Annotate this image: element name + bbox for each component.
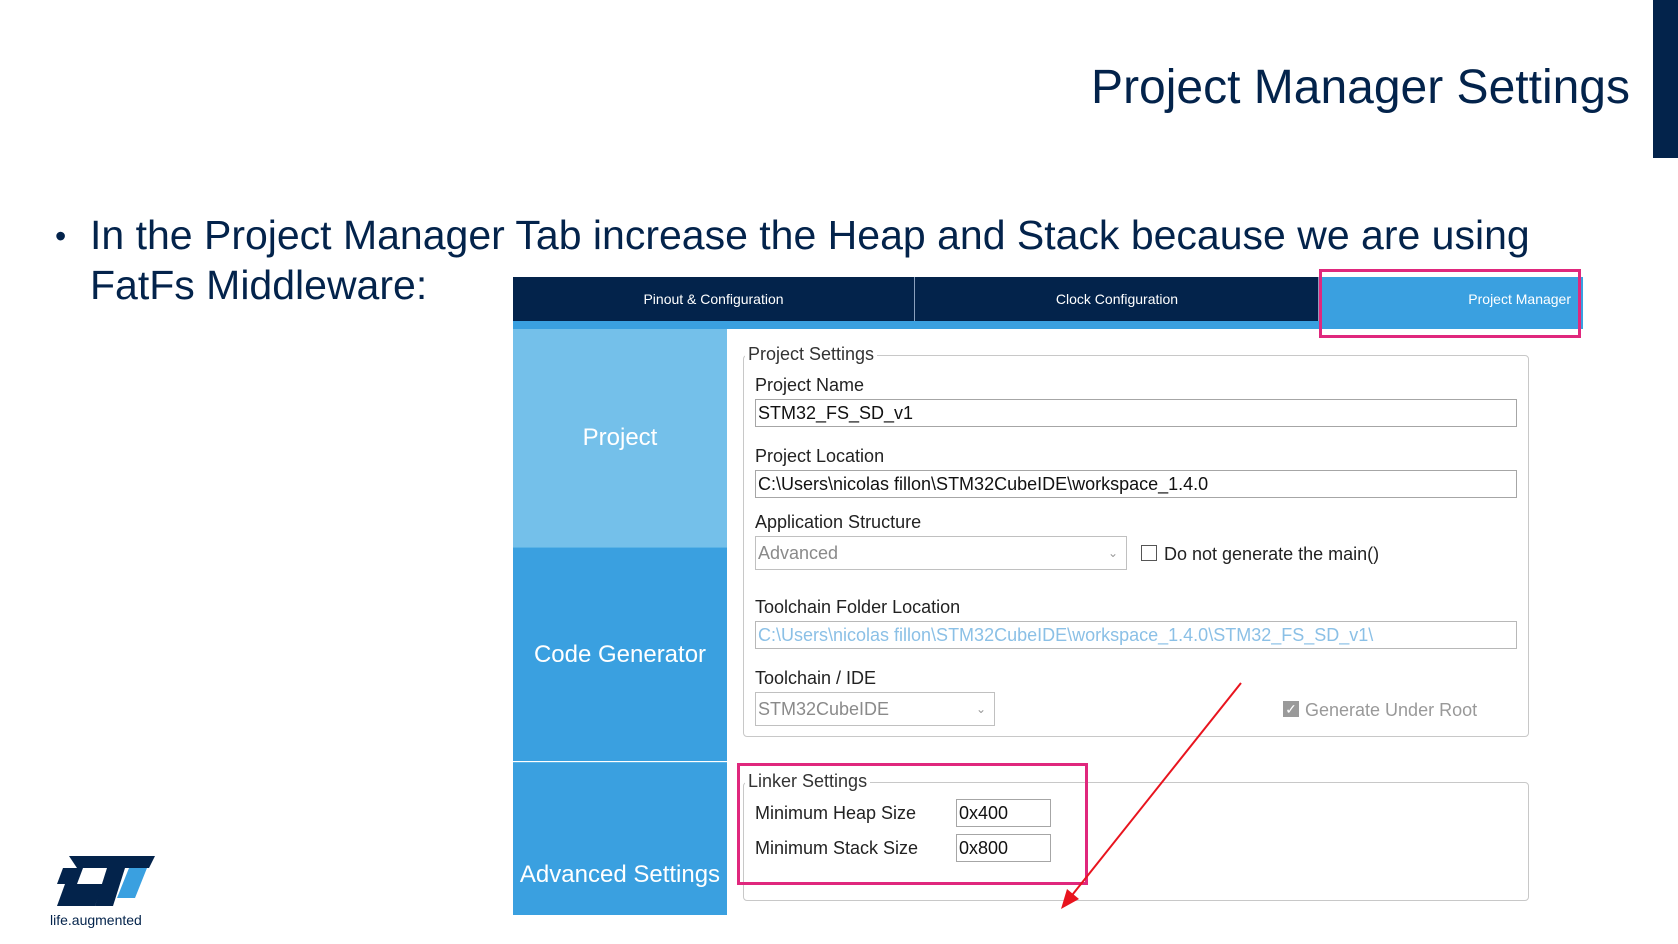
st-logo: life.augmented bbox=[50, 856, 160, 932]
toolchain-ide-value: STM32CubeIDE bbox=[758, 699, 890, 719]
no-main-label: Do not generate the main() bbox=[1164, 544, 1380, 564]
project-location-field[interactable]: C:\Users\nicolas fillon\STM32CubeIDE\wor… bbox=[755, 470, 1517, 498]
linker-settings-highlight bbox=[737, 763, 1088, 885]
toolchain-ide-label: Toolchain / IDE bbox=[755, 668, 877, 688]
logo-tagline: life.augmented bbox=[50, 912, 142, 928]
sidebar-item-label: Code Generator bbox=[533, 640, 707, 668]
tab-clock-configuration[interactable]: Clock Configuration bbox=[916, 277, 1319, 321]
toolchain-folder-field[interactable]: C:\Users\nicolas fillon\STM32CubeIDE\wor… bbox=[755, 621, 1517, 649]
slide-title: Project Manager Settings bbox=[1091, 61, 1630, 114]
sidebar-item-label: Advanced Settings bbox=[519, 861, 721, 888]
cubemx-screenshot: Pinout & Configuration Clock Configurati… bbox=[513, 269, 1583, 915]
toolchain-ide-select[interactable]: STM32CubeIDE ⌄ bbox=[755, 692, 995, 726]
toolchain-folder-label: Toolchain Folder Location bbox=[755, 597, 961, 617]
sidebar: Project Code Generator Advanced Settings bbox=[513, 329, 727, 915]
bullet-marker: • bbox=[55, 218, 67, 254]
chevron-down-icon: ⌄ bbox=[1107, 546, 1118, 560]
application-structure-select[interactable]: Advanced ⌄ bbox=[755, 536, 1127, 570]
project-name-field[interactable]: STM32_FS_SD_v1 bbox=[755, 399, 1517, 427]
project-settings-legend: Project Settings bbox=[745, 344, 878, 364]
project-name-label: Project Name bbox=[755, 375, 865, 395]
sidebar-item-code-generator[interactable]: Code Generator bbox=[513, 547, 727, 761]
no-main-checkbox[interactable] bbox=[1141, 545, 1157, 561]
sidebar-item-project[interactable]: Project bbox=[513, 329, 727, 547]
title-accent-bar bbox=[1653, 0, 1678, 158]
project-manager-tab-highlight bbox=[1319, 269, 1581, 338]
sidebar-item-label: Project bbox=[582, 424, 658, 451]
chevron-down-icon: ⌄ bbox=[975, 702, 986, 716]
checkmark-icon: ✓ bbox=[1285, 701, 1297, 717]
application-structure-label: Application Structure bbox=[755, 512, 922, 532]
annotation-arrow bbox=[1061, 682, 1242, 909]
generate-under-root-label: Generate Under Root bbox=[1305, 700, 1478, 720]
sidebar-item-advanced-settings[interactable]: Advanced Settings bbox=[513, 762, 727, 915]
application-structure-value: Advanced bbox=[758, 543, 839, 563]
tab-pinout-configuration[interactable]: Pinout & Configuration bbox=[513, 277, 915, 321]
generate-under-root-checkbox[interactable]: ✓ bbox=[1283, 701, 1299, 717]
project-location-label: Project Location bbox=[755, 446, 885, 466]
